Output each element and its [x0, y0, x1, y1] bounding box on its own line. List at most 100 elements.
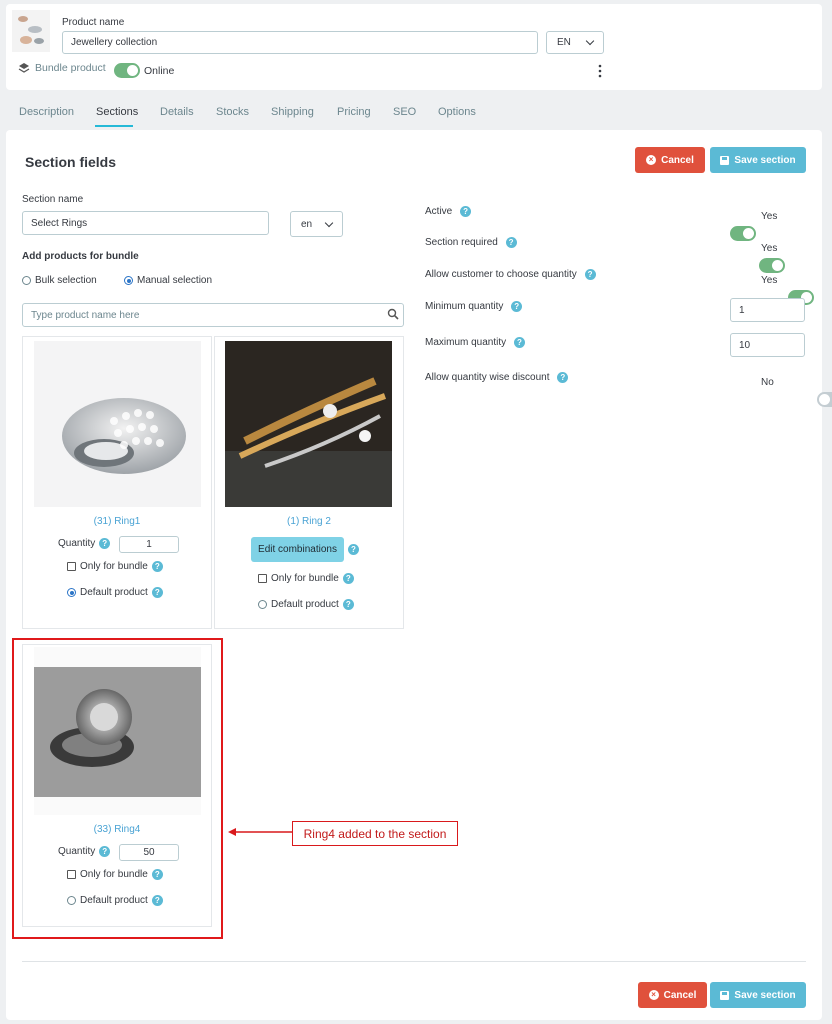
- product-name-input[interactable]: Jewellery collection: [62, 31, 538, 54]
- max-qty-label-row: Maximum quantity ?: [425, 337, 525, 348]
- close-icon: ×: [648, 990, 659, 1000]
- quantity-label: Quantity: [58, 538, 96, 549]
- ring1-quantity-row: Quantity ?: [58, 538, 111, 549]
- radio-selected-icon: [124, 276, 133, 285]
- help-icon[interactable]: ?: [505, 237, 517, 248]
- ring2-only-bundle[interactable]: Only for bundle ?: [258, 573, 354, 584]
- radio-icon: [258, 600, 267, 609]
- bulk-selection-radio[interactable]: Bulk selection: [22, 275, 97, 286]
- ring4-only-bundle[interactable]: Only for bundle ?: [67, 869, 163, 880]
- chevron-down-icon: [324, 218, 334, 227]
- save-icon: [720, 990, 730, 1000]
- help-icon[interactable]: ?: [513, 337, 525, 348]
- product-thumbnail: [12, 10, 50, 52]
- ring4-default-product[interactable]: Default product ?: [67, 895, 163, 906]
- footer-cancel-label: Cancel: [663, 989, 697, 1001]
- ring1-quantity-input[interactable]: 1: [119, 536, 179, 553]
- ring4-link[interactable]: (33) Ring4: [22, 824, 212, 835]
- help-icon[interactable]: ?: [557, 372, 569, 383]
- ring1-default-product[interactable]: Default product ?: [67, 587, 163, 598]
- checkbox-icon: [67, 870, 76, 879]
- online-toggle[interactable]: [114, 63, 140, 78]
- help-icon[interactable]: ?: [151, 561, 163, 572]
- annotation-arrow: [228, 826, 294, 838]
- more-options-icon[interactable]: [598, 64, 602, 78]
- footer-divider: [22, 961, 806, 962]
- min-qty-label: Minimum quantity: [425, 301, 504, 313]
- checkbox-icon: [258, 574, 267, 583]
- qty-discount-label: Allow quantity wise discount: [425, 372, 550, 384]
- help-icon[interactable]: ?: [99, 846, 111, 857]
- tab-sections[interactable]: Sections: [96, 106, 138, 118]
- section-name-input[interactable]: Select Rings: [22, 211, 269, 235]
- section-language-value: en: [301, 218, 313, 230]
- default-product-label: Default product: [80, 587, 148, 598]
- edit-combinations-button[interactable]: Edit combinations: [251, 537, 344, 562]
- max-qty-input[interactable]: 10: [730, 333, 805, 357]
- product-name-label: Product name: [62, 17, 125, 28]
- tab-seo[interactable]: SEO: [393, 106, 416, 118]
- save-label: Save section: [734, 154, 796, 166]
- max-qty-label: Maximum quantity: [425, 337, 507, 349]
- help-icon[interactable]: ?: [99, 538, 111, 549]
- min-qty-label-row: Minimum quantity ?: [425, 301, 523, 313]
- help-icon[interactable]: ?: [342, 573, 354, 584]
- ring2-default-product[interactable]: Default product ?: [258, 599, 354, 610]
- quantity-label: Quantity: [58, 846, 96, 857]
- tab-stocks[interactable]: Stocks: [216, 106, 249, 118]
- help-icon[interactable]: ?: [151, 587, 163, 598]
- min-qty-input[interactable]: 1: [730, 298, 805, 322]
- ring2-link[interactable]: (1) Ring 2: [214, 516, 404, 527]
- tab-pricing[interactable]: Pricing: [337, 106, 371, 118]
- only-bundle-label: Only for bundle: [271, 573, 339, 584]
- ring4-quantity-row: Quantity ?: [58, 846, 111, 857]
- chevron-down-icon: [585, 36, 595, 46]
- active-label-row: Active ?: [425, 206, 472, 218]
- help-icon[interactable]: ?: [511, 301, 523, 312]
- active-toggle[interactable]: [730, 226, 756, 241]
- product-search-input[interactable]: Type product name here: [22, 303, 404, 327]
- radio-icon: [67, 896, 76, 905]
- qty-discount-label-row: Allow quantity wise discount ?: [425, 372, 569, 384]
- only-bundle-label: Only for bundle: [80, 869, 148, 880]
- ring1-link[interactable]: (31) Ring1: [22, 516, 212, 527]
- cancel-button[interactable]: × Cancel: [635, 147, 705, 173]
- manual-selection-label: Manual selection: [137, 275, 213, 286]
- save-section-button[interactable]: Save section: [710, 147, 806, 173]
- help-icon[interactable]: ?: [348, 544, 359, 555]
- default-product-label: Default product: [271, 599, 339, 610]
- qty-discount-toggle[interactable]: [817, 392, 832, 407]
- cancel-label: Cancel: [661, 154, 694, 166]
- ring4-quantity-input[interactable]: 50: [119, 844, 179, 861]
- tab-options[interactable]: Options: [438, 106, 476, 118]
- annotation-callout: Ring4 added to the section: [292, 821, 458, 846]
- bulk-selection-label: Bulk selection: [35, 275, 97, 286]
- close-icon: ×: [646, 155, 657, 165]
- add-products-label: Add products for bundle: [22, 251, 139, 262]
- choose-qty-label: Allow customer to choose quantity: [425, 269, 577, 281]
- section-language-select[interactable]: en: [290, 211, 343, 237]
- help-icon[interactable]: ?: [584, 269, 596, 280]
- footer-cancel-button[interactable]: × Cancel: [638, 982, 707, 1008]
- tab-shipping[interactable]: Shipping: [271, 106, 314, 118]
- manual-selection-radio[interactable]: Manual selection: [124, 275, 212, 286]
- tab-description[interactable]: Description: [19, 106, 74, 118]
- help-icon[interactable]: ?: [460, 206, 472, 217]
- language-select[interactable]: EN: [546, 31, 604, 54]
- section-name-label: Section name: [22, 194, 84, 205]
- required-toggle[interactable]: [759, 258, 786, 273]
- checkbox-icon: [67, 562, 76, 571]
- search-icon[interactable]: [387, 308, 399, 320]
- tab-details[interactable]: Details: [160, 106, 194, 118]
- save-icon: [720, 155, 730, 165]
- ring1-only-bundle[interactable]: Only for bundle ?: [67, 561, 163, 572]
- help-icon[interactable]: ?: [342, 599, 354, 610]
- required-label: Section required: [425, 237, 498, 249]
- active-tab-indicator: [95, 125, 133, 127]
- choose-qty-label-row: Allow customer to choose quantity ?: [425, 269, 596, 280]
- active-label: Active: [425, 206, 453, 218]
- only-bundle-label: Only for bundle: [80, 561, 148, 572]
- help-icon[interactable]: ?: [151, 869, 163, 880]
- footer-save-section-button[interactable]: Save section: [710, 982, 806, 1008]
- help-icon[interactable]: ?: [151, 895, 163, 906]
